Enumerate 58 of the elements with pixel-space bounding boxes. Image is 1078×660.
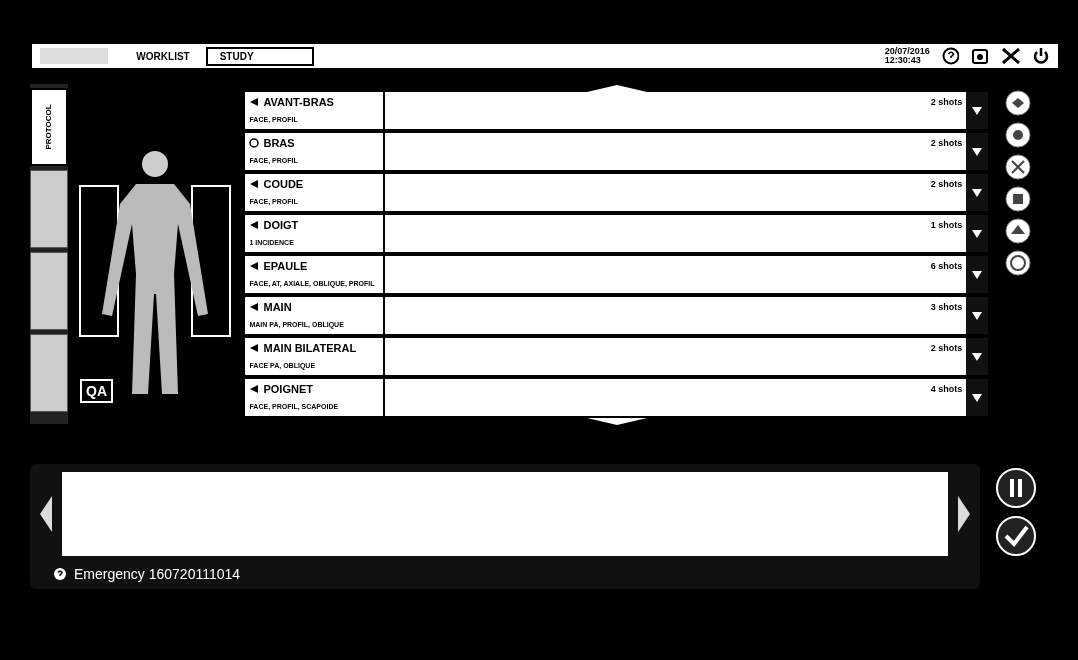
shots-count: 6 shots: [930, 260, 963, 273]
next-arrow-icon[interactable]: [956, 494, 972, 534]
shots-count: 3 shots: [930, 301, 963, 314]
round-tool-icon[interactable]: [1005, 218, 1032, 244]
shots-count: 2 shots: [930, 178, 963, 191]
protocol-name: EPAULE: [263, 259, 308, 274]
arrow-icon: [249, 179, 260, 190]
check-icon[interactable]: [996, 516, 1036, 556]
shots-count: 4 shots: [930, 383, 963, 396]
protocol-name: POIGNET: [263, 382, 313, 397]
logo-icon: [40, 48, 109, 64]
dropdown-icon[interactable]: [972, 188, 983, 197]
dropdown-icon[interactable]: [972, 229, 983, 238]
round-tool-icon[interactable]: [1005, 250, 1032, 276]
arrow-icon: [249, 220, 260, 231]
dropdown-icon[interactable]: [972, 393, 983, 402]
camera-icon[interactable]: [971, 47, 989, 65]
study-button[interactable]: STUDY: [205, 46, 314, 66]
shots-count: 1 shots: [930, 219, 963, 232]
qa-badge[interactable]: QA: [80, 379, 113, 403]
shots-count: 2 shots: [930, 137, 963, 150]
arrow-icon: [249, 97, 260, 108]
arrow-icon: [249, 261, 260, 272]
round-tool-icon[interactable]: [1005, 186, 1032, 212]
dropdown-icon[interactable]: [972, 311, 983, 320]
date-label: 20/07/2016: [884, 47, 930, 56]
dropdown-icon[interactable]: [972, 106, 983, 115]
previous-arrow-icon[interactable]: [38, 494, 54, 534]
protocol-name: COUDE: [263, 177, 304, 192]
protocol-name: DOIGT: [263, 218, 299, 233]
shots-count: 2 shots: [930, 96, 963, 109]
help-icon[interactable]: [54, 568, 66, 580]
tools-icon[interactable]: [1000, 47, 1021, 65]
protocol-name: AVANT-BRAS: [263, 95, 334, 110]
round-tool-icon[interactable]: [1005, 90, 1032, 116]
pause-icon[interactable]: [996, 468, 1036, 508]
protocol-name: MAIN BILATERAL: [263, 341, 357, 356]
worklist-button[interactable]: WORKLIST: [132, 48, 194, 64]
shots-count: 2 shots: [930, 342, 963, 355]
arrow-icon: [249, 384, 260, 395]
side-tab[interactable]: PROTOCOL: [30, 88, 68, 166]
dropdown-icon[interactable]: [972, 352, 983, 361]
dropdown-icon[interactable]: [972, 270, 983, 279]
help-icon[interactable]: [941, 47, 960, 65]
arrow-icon: [249, 343, 260, 354]
time-label: 12:30:43: [884, 56, 922, 65]
round-tool-icon[interactable]: [1005, 154, 1032, 180]
arrow-icon: [249, 302, 260, 313]
circle-icon: [249, 138, 260, 149]
side-tab[interactable]: [30, 252, 68, 330]
patient-label: Emergency 160720111014: [74, 565, 241, 584]
side-tab[interactable]: [30, 170, 68, 248]
round-tool-icon[interactable]: [1005, 122, 1032, 148]
protocol-name: BRAS: [263, 136, 295, 151]
protocol-name: MAIN: [263, 300, 292, 315]
power-icon[interactable]: [1032, 47, 1050, 65]
side-tab[interactable]: [30, 334, 68, 412]
dropdown-icon[interactable]: [972, 147, 983, 156]
